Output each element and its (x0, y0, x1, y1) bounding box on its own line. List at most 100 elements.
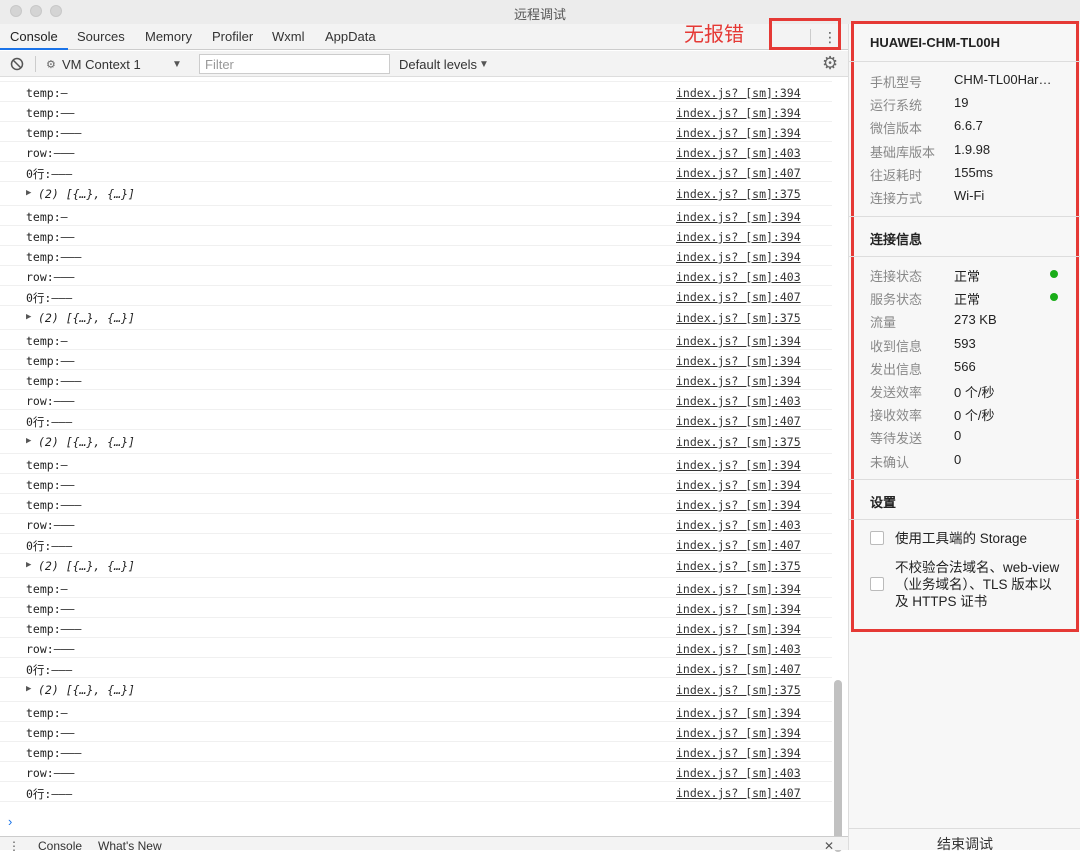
drawer-menu-icon[interactable]: ⋮ (8, 839, 20, 853)
skip-domain-check-checkbox[interactable] (870, 577, 884, 591)
log-source-link[interactable]: index.js? [sm]:394 (676, 126, 801, 140)
expand-arrow-icon[interactable]: ▶ (26, 188, 31, 198)
console-prompt-icon[interactable]: › (8, 814, 12, 829)
info-label: 往返耗时 (870, 167, 923, 183)
table-row[interactable]: ▶ (2) [{…}, {…}] index.js? [sm]:375 (0, 430, 832, 454)
log-message: 0行:——— (26, 167, 73, 181)
log-message: temp:– (26, 210, 68, 224)
expand-arrow-icon[interactable]: ▶ (26, 684, 31, 694)
tab-console[interactable]: Console (0, 24, 68, 50)
table-row[interactable]: ▶ (2) [{…}, {…}] index.js? [sm]:375 (0, 182, 832, 206)
tab-profiler[interactable]: Profiler (212, 24, 253, 50)
table-row[interactable]: ▶ (2) [{…}, {…}] index.js? [sm]:375 (0, 306, 832, 330)
log-source-link[interactable]: index.js? [sm]:407 (676, 414, 801, 428)
expand-arrow-icon[interactable]: ▶ (26, 436, 31, 446)
tab-appdata[interactable]: AppData (325, 24, 376, 50)
log-source-link[interactable]: index.js? [sm]:403 (676, 642, 801, 656)
table-row: row:——— index.js? [sm]:403 (0, 638, 832, 658)
log-source-link[interactable]: index.js? [sm]:403 (676, 270, 801, 284)
log-source-link[interactable]: index.js? [sm]:375 (676, 311, 801, 325)
log-message: temp:——— (26, 374, 82, 388)
table-row: temp:– index.js? [sm]:394 (0, 578, 832, 598)
log-source-link[interactable]: index.js? [sm]:403 (676, 766, 801, 780)
tab-sources[interactable]: Sources (77, 24, 125, 50)
log-source-link[interactable]: index.js? [sm]:394 (676, 622, 801, 636)
log-source-link[interactable]: index.js? [sm]:403 (676, 394, 801, 408)
log-source-link[interactable]: index.js? [sm]:407 (676, 538, 801, 552)
storage-checkbox[interactable] (870, 531, 884, 545)
log-source-link[interactable]: index.js? [sm]:375 (676, 683, 801, 697)
info-label: 微信版本 (870, 121, 923, 137)
log-message: row:——— (26, 766, 75, 780)
table-row[interactable]: ▶ (2) [{…}, {…}] index.js? [sm]:375 (0, 554, 832, 578)
log-message: temp:—— (26, 354, 75, 368)
expand-arrow-icon[interactable]: ▶ (26, 312, 31, 322)
log-source-link[interactable]: index.js? [sm]:394 (676, 602, 801, 616)
log-source-link[interactable]: index.js? [sm]:394 (676, 86, 801, 100)
tab-memory[interactable]: Memory (145, 24, 192, 50)
end-debug-button[interactable]: 结束调试 (849, 828, 1080, 858)
divider (849, 61, 1080, 62)
log-message: (2) [{…}, {…}] (38, 683, 135, 697)
log-source-link[interactable]: index.js? [sm]:394 (676, 210, 801, 224)
drawer-tab-whats-new[interactable]: What's New (98, 839, 162, 853)
close-drawer-icon[interactable]: ✕ (824, 839, 834, 853)
log-source-link[interactable]: index.js? [sm]:407 (676, 786, 801, 800)
log-source-link[interactable]: index.js? [sm]:394 (676, 354, 801, 368)
table-row: temp:—— index.js? [sm]:394 (0, 474, 832, 494)
log-source-link[interactable]: index.js? [sm]:375 (676, 559, 801, 573)
log-source-link[interactable]: index.js? [sm]:394 (676, 230, 801, 244)
levels-arrow-icon[interactable]: ▼ (479, 59, 489, 70)
table-row: row:——— index.js? [sm]:403 (0, 142, 832, 162)
dropdown-arrow-icon[interactable]: ▼ (172, 59, 182, 70)
log-source-link[interactable]: index.js? [sm]:394 (676, 458, 801, 472)
table-row: 0行:——— index.js? [sm]:407 (0, 286, 832, 306)
log-message: temp:– (26, 458, 68, 472)
expand-arrow-icon[interactable]: ▶ (26, 560, 31, 570)
table-row: 0行:——— index.js? [sm]:407 (0, 534, 832, 554)
log-source-link[interactable]: index.js? [sm]:394 (676, 478, 801, 492)
connection-label: 收到信息 (870, 338, 923, 354)
log-message: 0行:——— (26, 539, 73, 553)
log-source-link[interactable]: index.js? [sm]:394 (676, 250, 801, 264)
connection-label: 接收效率 (870, 408, 923, 424)
more-options-icon[interactable]: ⋮ (823, 28, 837, 46)
connection-label: 未确认 (870, 454, 910, 470)
log-source-link[interactable]: index.js? [sm]:407 (676, 662, 801, 676)
log-source-link[interactable]: index.js? [sm]:375 (676, 187, 801, 201)
log-source-link[interactable]: index.js? [sm]:394 (676, 726, 801, 740)
levels-dropdown[interactable]: Default levels (399, 57, 477, 72)
log-source-link[interactable]: index.js? [sm]:403 (676, 518, 801, 532)
log-source-link[interactable]: index.js? [sm]:403 (676, 146, 801, 160)
info-value: 1.9.98 (954, 141, 991, 157)
log-source-link[interactable]: index.js? [sm]:394 (676, 706, 801, 720)
log-source-link[interactable]: index.js? [sm]:394 (676, 106, 801, 120)
table-row[interactable]: ▶ (2) [{…}, {…}] index.js? [sm]:375 (0, 678, 832, 702)
info-value: Wi-Fi (954, 188, 985, 203)
log-source-link[interactable]: index.js? [sm]:394 (676, 498, 801, 512)
log-source-link[interactable]: index.js? [sm]:394 (676, 374, 801, 388)
log-message: temp:——— (26, 622, 82, 636)
settings-section-title: 设置 (870, 495, 897, 510)
connection-value: 566 (954, 358, 976, 374)
tab-wxml[interactable]: Wxml (272, 24, 305, 50)
remote-debug-panel: HUAWEI-CHM-TL00H 手机型号 CHM-TL00Har… 运行系统 19 微… (848, 21, 1080, 852)
connection-value: 正常 (954, 269, 981, 284)
log-source-link[interactable]: index.js? [sm]:375 (676, 435, 801, 449)
connection-label: 流量 (870, 315, 897, 331)
log-source-link[interactable]: index.js? [sm]:407 (676, 290, 801, 304)
console-toolbar: ⚙ VM Context 1 ▼ Default levels ▼ ⚙ (0, 51, 848, 77)
filter-input[interactable] (199, 54, 390, 74)
log-message: 0行:——— (26, 787, 73, 801)
drawer-tab-console[interactable]: Console (38, 839, 82, 853)
log-source-link[interactable]: index.js? [sm]:394 (676, 334, 801, 348)
settings-gear-icon[interactable]: ⚙ (822, 53, 838, 74)
log-source-link[interactable]: index.js? [sm]:394 (676, 582, 801, 596)
scrollbar[interactable] (834, 680, 842, 852)
log-message: row:——— (26, 518, 75, 532)
log-source-link[interactable]: index.js? [sm]:394 (676, 746, 801, 760)
clear-console-icon[interactable] (10, 57, 24, 71)
log-source-link[interactable]: index.js? [sm]:407 (676, 166, 801, 180)
log-message: row:——— (26, 642, 75, 656)
context-selector[interactable]: VM Context 1 (62, 57, 141, 72)
